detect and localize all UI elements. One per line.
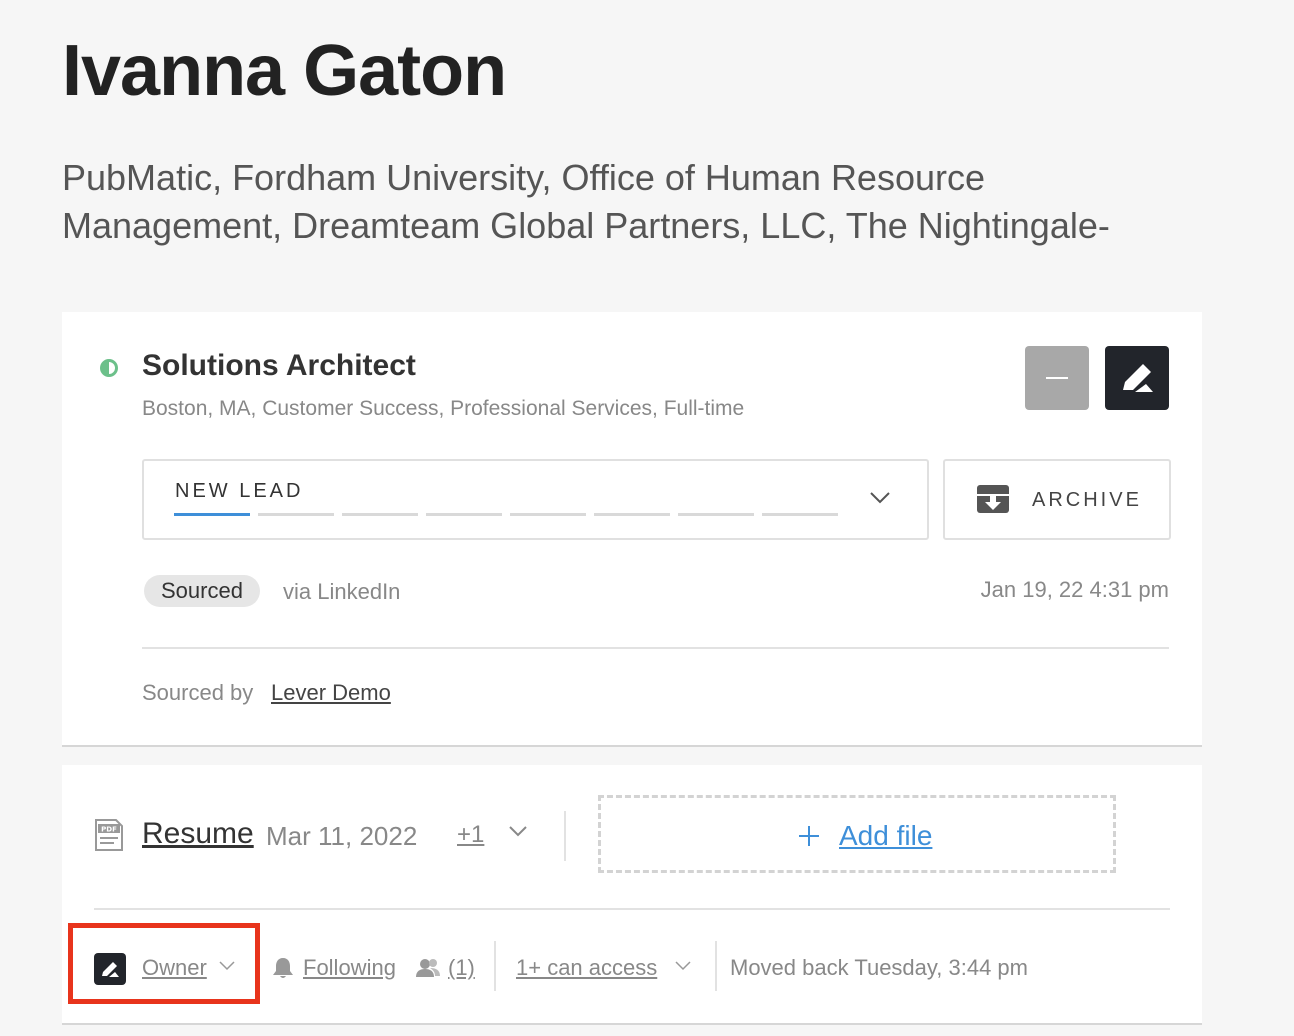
files-card: PDF Resume Mar 11, 2022 +1 Add file Owne… [62, 765, 1202, 1025]
followers-count[interactable]: (1) [448, 955, 475, 981]
resume-date: Mar 11, 2022 [266, 821, 418, 851]
source-badge: Sourced [144, 575, 260, 607]
chevron-down-icon [870, 492, 890, 504]
last-moved-text: Moved back Tuesday, 3:44 pm [730, 955, 1028, 980]
owner-avatar [94, 953, 126, 985]
stage-label: NEW LEAD [175, 480, 304, 502]
stage-segment [426, 513, 502, 516]
stage-segment [342, 513, 418, 516]
owner-dropdown[interactable]: Owner [142, 955, 207, 981]
bell-icon [273, 958, 293, 978]
divider [94, 908, 1170, 910]
job-title: Solutions Architect [142, 349, 416, 382]
divider [715, 941, 717, 991]
stage-segment [678, 513, 754, 516]
add-file-link[interactable]: Add file [839, 820, 932, 852]
divider [494, 941, 496, 991]
resume-link[interactable]: Resume [142, 817, 254, 851]
chevron-down-icon[interactable] [219, 961, 235, 971]
stage-dropdown[interactable]: NEW LEAD [142, 459, 929, 540]
archive-button[interactable]: ARCHIVE [943, 459, 1171, 540]
candidate-organizations: PubMatic, Fordham University, Office of … [62, 157, 1110, 246]
edit-button[interactable] [1105, 346, 1169, 410]
sourced-by-link[interactable]: Lever Demo [271, 680, 391, 706]
plus-icon [799, 826, 819, 846]
add-file-dropzone[interactable]: Add file [598, 795, 1116, 873]
opportunity-card: Solutions Architect Boston, MA, Customer… [62, 312, 1202, 747]
stage-segment [594, 513, 670, 516]
stage-segment [762, 513, 838, 516]
stage-segment [174, 513, 250, 516]
svg-text:PDF: PDF [101, 826, 117, 834]
followers-icon [416, 959, 440, 977]
status-half-circle-icon [100, 359, 118, 377]
job-meta: Boston, MA, Customer Success, Profession… [142, 397, 745, 420]
candidate-name: Ivanna Gaton [62, 31, 507, 111]
source-via: via LinkedIn [283, 579, 401, 604]
collapse-button[interactable] [1025, 346, 1089, 410]
following-toggle[interactable]: Following [303, 955, 396, 981]
chevron-down-icon[interactable] [675, 961, 691, 971]
divider [142, 647, 1169, 649]
archive-box-icon [977, 485, 1009, 513]
pencil-icon [102, 962, 119, 977]
divider [564, 811, 566, 861]
stage-progress [174, 513, 846, 531]
chevron-down-icon[interactable] [508, 825, 528, 837]
sourced-by-label: Sourced by [142, 680, 254, 705]
minus-icon [1046, 377, 1068, 379]
stage-segment [510, 513, 586, 516]
access-dropdown[interactable]: 1+ can access [516, 955, 657, 981]
archive-label: ARCHIVE [1032, 489, 1142, 511]
more-files-link[interactable]: +1 [457, 821, 484, 849]
pencil-icon [1123, 364, 1153, 392]
pdf-file-icon: PDF [95, 819, 123, 851]
stage-segment [258, 513, 334, 516]
source-date: Jan 19, 22 4:31 pm [980, 577, 1169, 602]
